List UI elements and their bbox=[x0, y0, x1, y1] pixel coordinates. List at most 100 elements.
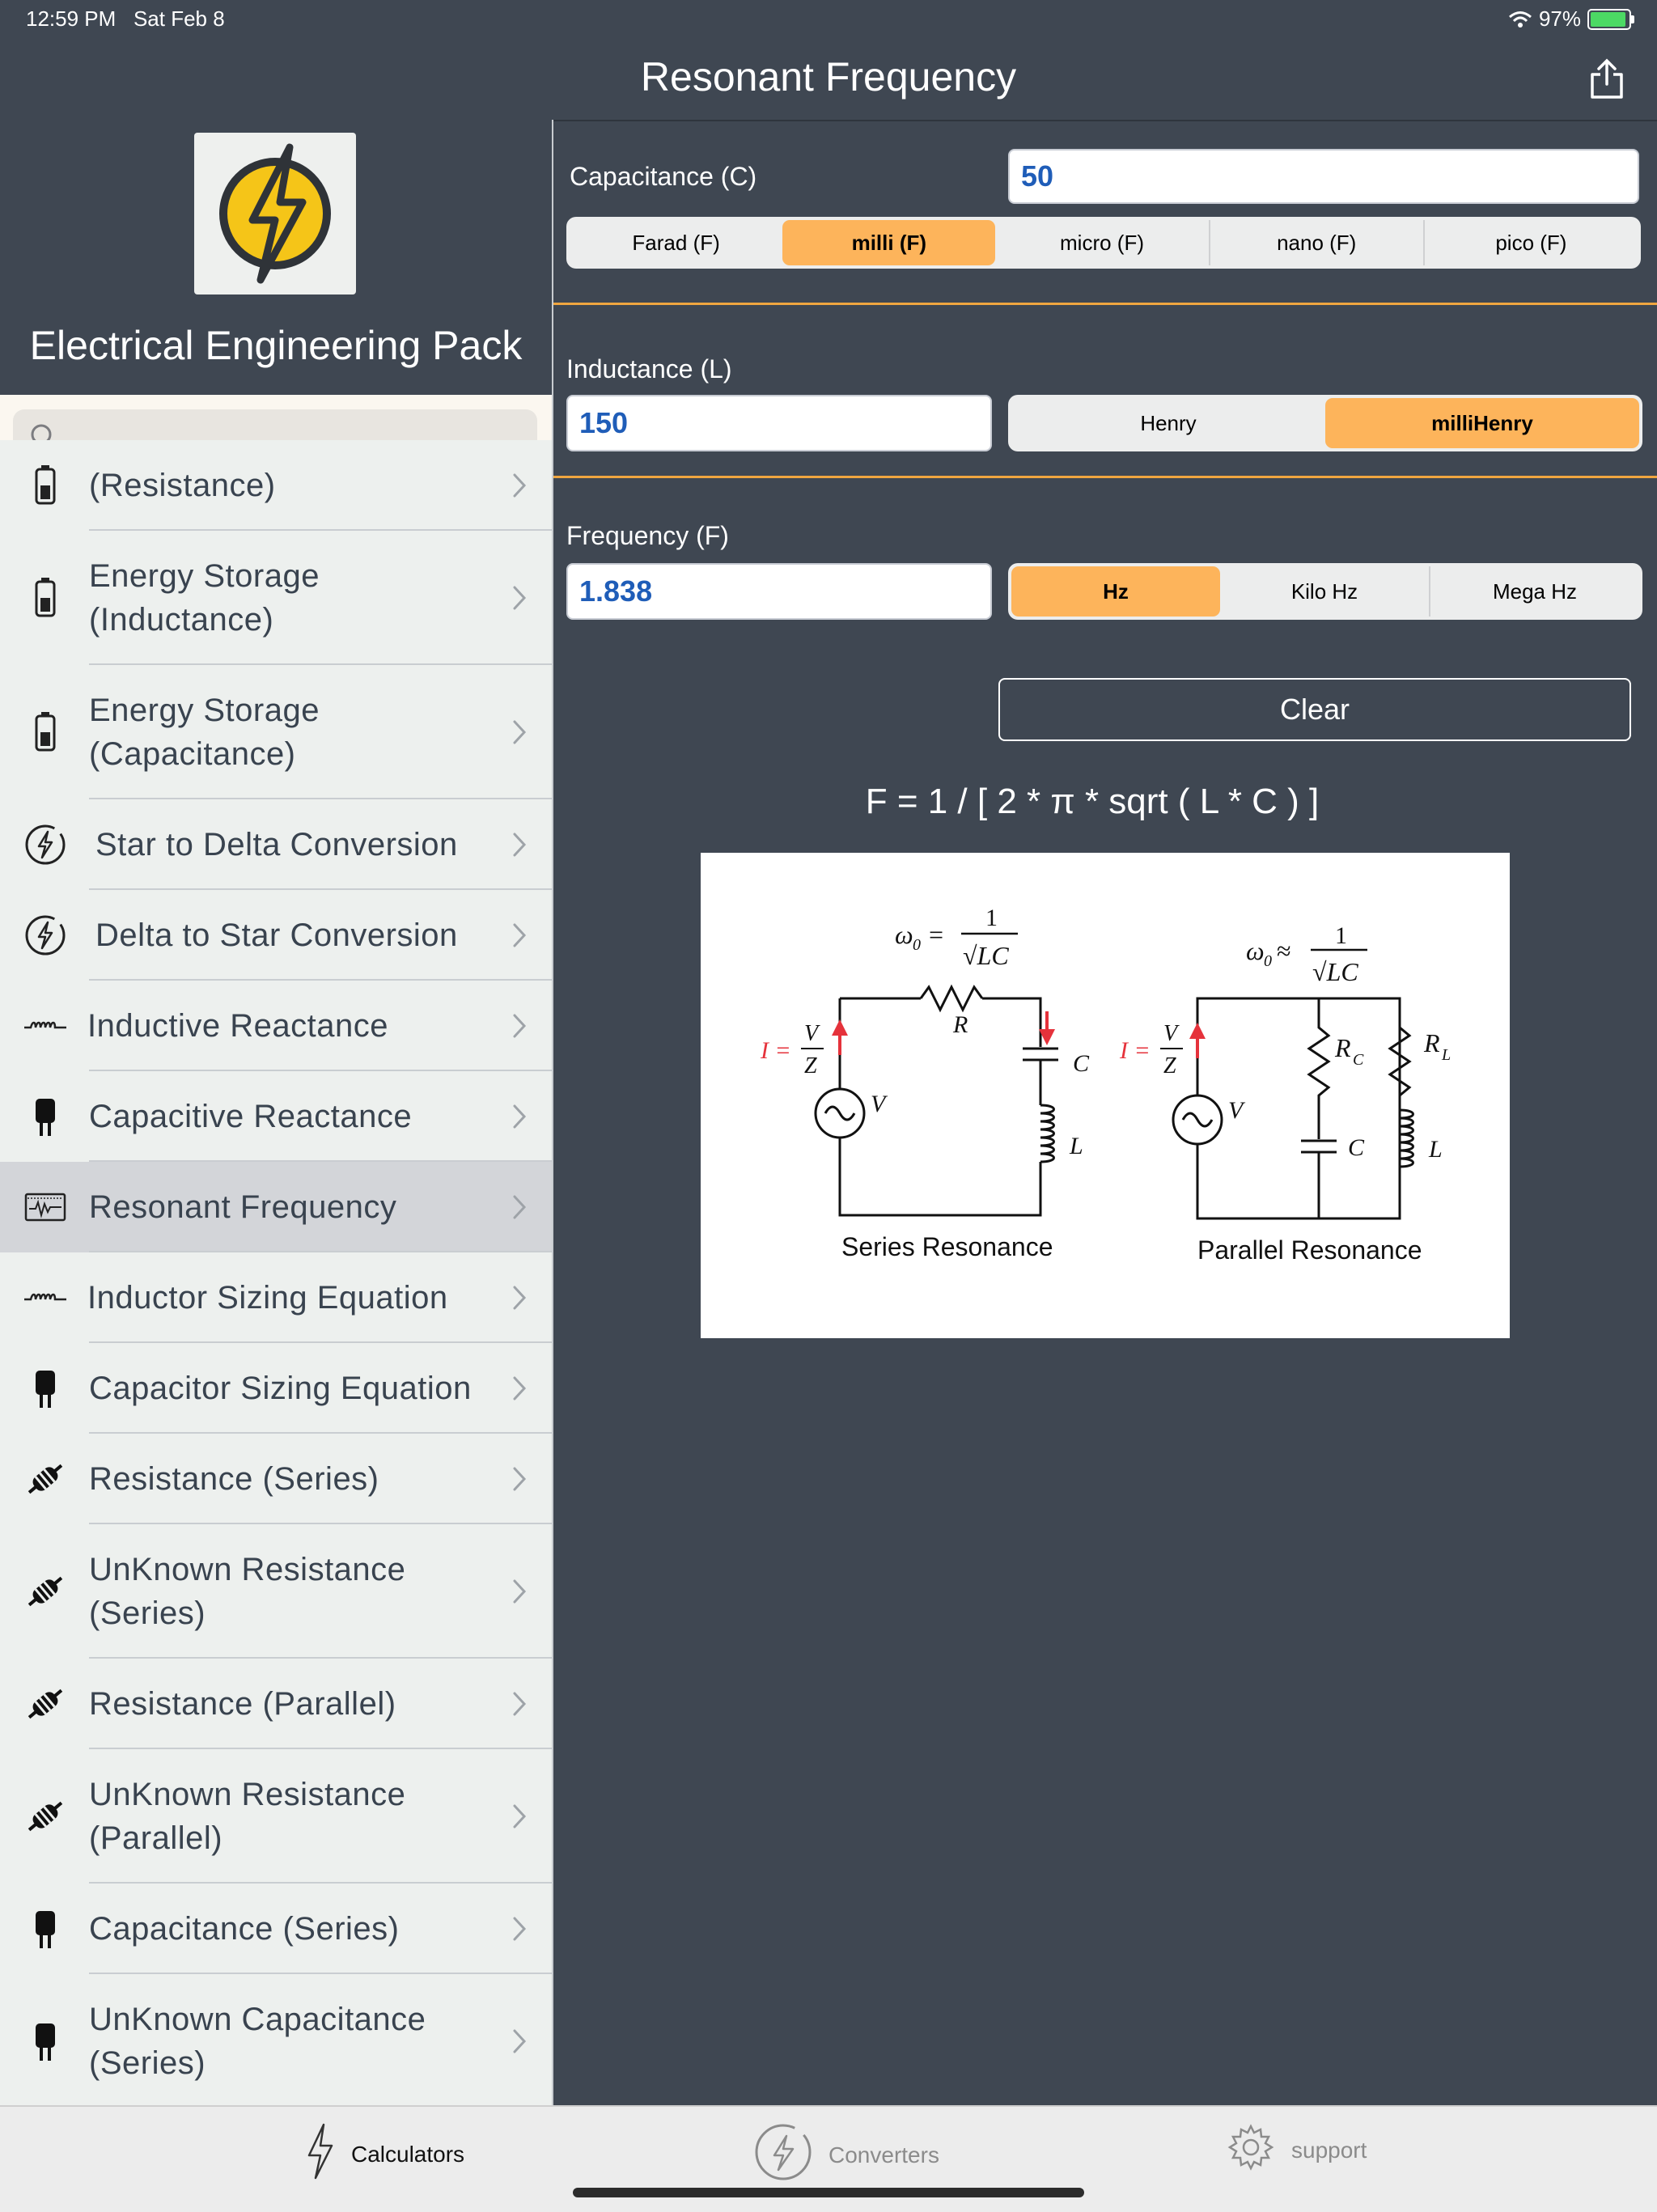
sidebar-item[interactable]: Resistance (Series) bbox=[0, 1434, 552, 1524]
sidebar-item-label-line: Resistance (Series) bbox=[89, 1461, 379, 1497]
series-z-frac: Z bbox=[804, 1053, 817, 1078]
sidebar-item-label: Star to Delta Conversion bbox=[95, 823, 458, 867]
chevron-right-icon bbox=[511, 1578, 528, 1605]
series-omega-sub: 0 bbox=[913, 936, 921, 954]
sidebar-item[interactable]: Star to Delta Conversion bbox=[0, 799, 552, 890]
series-circuit bbox=[814, 984, 1058, 1217]
rl-label: R bbox=[1423, 1028, 1440, 1057]
inductance-unit-option[interactable]: Henry bbox=[1011, 398, 1325, 448]
sidebar-item-label-line: Energy Storage bbox=[89, 693, 320, 728]
sidebar-item-label-line: (Series) bbox=[89, 2045, 206, 2081]
sidebar-item-label: Resistance (Series) bbox=[89, 1457, 379, 1501]
tab-calculators[interactable]: Calculators bbox=[304, 2123, 464, 2185]
sidebar-item-label-line: UnKnown Capacitance bbox=[89, 2002, 426, 2037]
series-r-label: R bbox=[952, 1011, 968, 1038]
parallel-approx: ≈ bbox=[1277, 936, 1291, 965]
app-logo bbox=[194, 133, 356, 295]
wifi-icon bbox=[1508, 11, 1532, 28]
tab-converters[interactable]: Converters bbox=[752, 2121, 939, 2189]
sidebar-item-label-line: (Resistance) bbox=[89, 468, 276, 503]
capacitance-input[interactable]: 50 bbox=[1008, 149, 1639, 204]
resonance-diagram: ω 0 = 1 √LC R C L V I = V Z Series Reson… bbox=[701, 853, 1510, 1338]
sidebar-item[interactable]: UnKnown Capacitance (Series) bbox=[0, 1974, 552, 2105]
sidebar-item[interactable]: Inductor Sizing Equation bbox=[0, 1252, 552, 1343]
chevron-right-icon bbox=[511, 584, 528, 612]
parallel-current-label: I = bbox=[1119, 1037, 1151, 1064]
chevron-right-icon bbox=[511, 1103, 528, 1130]
sidebar-item[interactable]: UnKnown Resistance (Parallel) bbox=[0, 1749, 552, 1884]
battery-icon bbox=[23, 710, 68, 755]
frequency-unit-option[interactable]: Hz bbox=[1011, 566, 1220, 617]
frequency-output[interactable]: 1.838 bbox=[566, 563, 992, 620]
sidebar-item-label: Energy Storage (Inductance) bbox=[89, 554, 320, 642]
capacitance-unit-option[interactable]: milli (F) bbox=[782, 220, 996, 265]
sidebar-item[interactable]: Capacitance (Series) bbox=[0, 1884, 552, 1974]
sidebar-item-label: Capacitance (Series) bbox=[89, 1907, 400, 1951]
sidebar-item[interactable]: Energy Storage (Inductance) bbox=[0, 531, 552, 665]
parallel-inductor-symbol bbox=[1399, 1108, 1414, 1168]
capacitance-unit-option[interactable]: pico (F) bbox=[1422, 220, 1638, 265]
sidebar-item-label: Inductive Reactance bbox=[87, 1004, 388, 1048]
sidebar-item-label-line: (Series) bbox=[89, 1595, 206, 1631]
sidebar-item-label: (Resistance) bbox=[89, 464, 276, 507]
capacitance-unit-option[interactable]: micro (F) bbox=[995, 220, 1208, 265]
frequency-unit-option[interactable]: Kilo Hz bbox=[1220, 566, 1429, 617]
series-v-label: V bbox=[871, 1091, 888, 1117]
bolt-circle-icon bbox=[752, 2121, 814, 2189]
circuit-diagram: ω 0 = 1 √LC R C L V I = V Z Series Reson… bbox=[760, 905, 1451, 1265]
chevron-right-icon bbox=[511, 1803, 528, 1830]
chevron-right-icon bbox=[511, 831, 528, 858]
rc-label: R bbox=[1334, 1033, 1351, 1062]
parallel-c-label: C bbox=[1348, 1134, 1365, 1161]
formula-text: F = 1 / [ 2 * π * sqrt ( L * C ) ] bbox=[865, 782, 1320, 821]
inductance-unit-option[interactable]: milliHenry bbox=[1325, 398, 1639, 448]
sidebar-item-label-line: Capacitive Reactance bbox=[89, 1099, 413, 1134]
series-omega: ω bbox=[895, 920, 913, 949]
chevron-right-icon bbox=[511, 1915, 528, 1943]
chevron-right-icon bbox=[511, 1465, 528, 1493]
sidebar-item[interactable]: Capacitive Reactance bbox=[0, 1071, 552, 1162]
chevron-right-icon bbox=[511, 2028, 528, 2055]
inductor-icon bbox=[23, 1003, 68, 1049]
parallel-omega: ω bbox=[1246, 936, 1265, 965]
status-time: 12:59 PM Sat Feb 8 bbox=[26, 6, 225, 32]
frequency-unit-option[interactable]: Mega Hz bbox=[1429, 566, 1639, 617]
chevron-right-icon bbox=[511, 718, 528, 746]
tab-label: Converters bbox=[828, 2142, 939, 2168]
home-indicator bbox=[573, 2188, 1084, 2197]
inductance-input[interactable]: 150 bbox=[566, 395, 992, 451]
sidebar-item[interactable]: Delta to Star Conversion bbox=[0, 890, 552, 981]
sidebar-item[interactable]: Inductive Reactance bbox=[0, 981, 552, 1071]
sidebar-item-label-line: (Parallel) bbox=[89, 1820, 223, 1856]
inductor-icon bbox=[23, 1275, 68, 1320]
sidebar-item-label: Resistance (Parallel) bbox=[89, 1682, 396, 1726]
share-icon[interactable] bbox=[1584, 57, 1629, 102]
sidebar-item[interactable]: Resistance (Parallel) bbox=[0, 1659, 552, 1749]
sidebar-item[interactable]: (Resistance) bbox=[0, 440, 552, 531]
sidebar-item[interactable]: UnKnown Resistance (Series) bbox=[0, 1524, 552, 1659]
sidebar-item[interactable]: Capacitor Sizing Equation bbox=[0, 1343, 552, 1434]
sidebar-item[interactable]: Energy Storage (Capacitance) bbox=[0, 665, 552, 799]
capacitor-icon bbox=[23, 1906, 68, 1951]
sidebar-item[interactable]: Resonant Frequency bbox=[0, 1162, 552, 1252]
sidebar-item-label: Resonant Frequency bbox=[89, 1185, 396, 1229]
chevron-right-icon bbox=[511, 1193, 528, 1221]
frequency-unit-selector: Hz Kilo Hz Mega Hz bbox=[1008, 563, 1642, 620]
tab-support[interactable]: support bbox=[1225, 2121, 1367, 2179]
sidebar-item-label-line: Inductive Reactance bbox=[87, 1008, 388, 1044]
battery-percent: 97% bbox=[1538, 6, 1581, 31]
rc-resistor-symbol bbox=[1307, 998, 1331, 1139]
series-v-frac: V bbox=[804, 1021, 820, 1046]
sidebar-item-label-line: Capacitor Sizing Equation bbox=[89, 1371, 472, 1406]
sidebar-item-label-line: UnKnown Resistance bbox=[89, 1552, 406, 1587]
parallel-v-label: V bbox=[1228, 1097, 1246, 1124]
series-l-label: L bbox=[1069, 1133, 1083, 1159]
capacitance-unit-option[interactable]: nano (F) bbox=[1208, 220, 1423, 265]
parallel-circuit bbox=[1172, 997, 1414, 1220]
capacitance-unit-option[interactable]: Farad (F) bbox=[570, 220, 782, 265]
sidebar-item-label: Delta to Star Conversion bbox=[95, 913, 458, 957]
status-date: Sat Feb 8 bbox=[133, 6, 225, 31]
sidebar-item-label-line: Inductor Sizing Equation bbox=[87, 1280, 448, 1316]
sidebar-item-label-line: (Inductance) bbox=[89, 602, 274, 638]
clear-button[interactable]: Clear bbox=[998, 678, 1631, 741]
